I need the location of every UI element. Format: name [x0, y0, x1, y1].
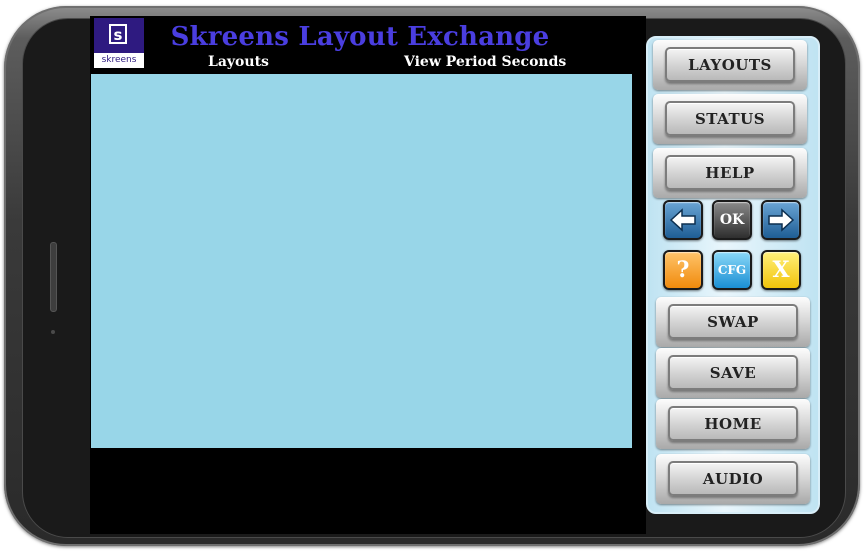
ok-button[interactable]: OK	[712, 200, 752, 240]
save-button[interactable]: SAVE	[656, 348, 810, 398]
cfg-button[interactable]: CFG	[712, 250, 752, 290]
arrow-right-icon	[768, 208, 795, 232]
ok-button-label: OK	[719, 212, 745, 228]
tablet-speaker-slot	[50, 242, 57, 312]
swap-button-label: SWAP	[668, 304, 798, 339]
home-button-label: HOME	[668, 406, 798, 441]
layouts-column-header: Layouts	[208, 54, 269, 70]
help-button[interactable]: HELP	[653, 148, 807, 198]
question-mark-icon: ?	[676, 257, 690, 283]
question-button[interactable]: ?	[663, 250, 703, 290]
audio-button-label: AUDIO	[668, 461, 798, 496]
layouts-button-label: LAYOUTS	[665, 47, 795, 82]
tablet-camera-dot	[51, 330, 55, 334]
skreens-logo: s skreens	[94, 18, 144, 68]
cfg-button-label: CFG	[717, 263, 747, 277]
save-button-label: SAVE	[668, 355, 798, 390]
status-button-label: STATUS	[665, 101, 795, 136]
status-button[interactable]: STATUS	[653, 94, 807, 144]
forward-button[interactable]	[761, 200, 801, 240]
swap-button[interactable]: SWAP	[656, 297, 810, 347]
back-button[interactable]	[663, 200, 703, 240]
help-button-label: HELP	[665, 155, 795, 190]
arrow-left-icon	[669, 208, 696, 232]
layouts-button[interactable]: LAYOUTS	[653, 40, 807, 90]
close-button[interactable]: X	[761, 250, 801, 290]
page-title: Skreens Layout Exchange	[170, 22, 550, 52]
audio-button[interactable]: AUDIO	[656, 454, 810, 504]
layout-list-area[interactable]	[91, 74, 632, 448]
logo-mark: s	[109, 24, 127, 44]
logo-wordmark: skreens	[94, 53, 144, 68]
home-button[interactable]: HOME	[656, 399, 810, 449]
close-icon: X	[772, 257, 790, 283]
view-period-column-header: View Period Seconds	[404, 54, 567, 70]
